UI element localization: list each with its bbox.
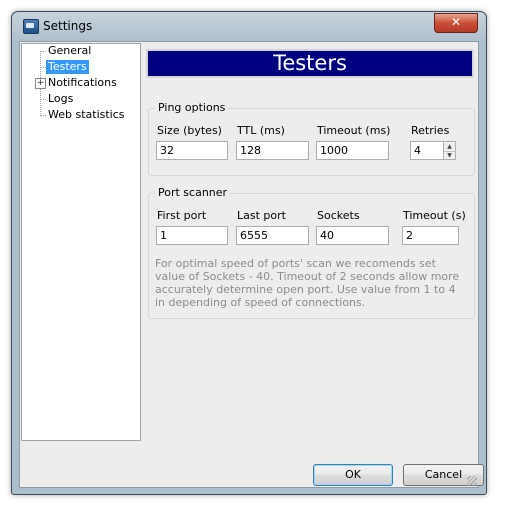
expand-plus-icon[interactable]: + <box>35 78 46 89</box>
ttl-label: TTL (ms) <box>237 124 285 137</box>
title-bar[interactable]: Settings ✕ <box>12 12 486 40</box>
first-port-input[interactable]: 1 <box>156 226 228 245</box>
size-input[interactable]: 32 <box>156 141 228 160</box>
retries-spinner[interactable]: ▲ ▼ <box>444 141 456 160</box>
sockets-input[interactable]: 40 <box>316 226 389 245</box>
page-title: Testers <box>146 49 474 78</box>
ping-timeout-input[interactable]: 1000 <box>316 141 389 160</box>
size-label: Size (bytes) <box>157 124 222 137</box>
settings-app-icon <box>23 19 39 34</box>
tree-item-web-statistics[interactable]: Web statistics <box>46 108 127 122</box>
close-icon: ✕ <box>450 15 462 29</box>
tree-item-testers[interactable]: Testers <box>46 60 89 74</box>
ping-options-label: Ping options <box>155 101 229 114</box>
ok-button[interactable]: OK <box>313 464 393 486</box>
close-button[interactable]: ✕ <box>434 13 478 33</box>
port-timeout-input[interactable]: 2 <box>402 226 459 245</box>
ping-timeout-label: Timeout (ms) <box>317 124 391 137</box>
tree-item-logs[interactable]: Logs <box>46 92 75 106</box>
settings-window: Settings ✕ General Testers + Notificatio… <box>11 11 487 495</box>
first-port-label: First port <box>157 209 207 222</box>
resize-grip-icon[interactable] <box>467 476 477 486</box>
window-title: Settings <box>43 19 93 33</box>
tree-item-notifications[interactable]: Notifications <box>46 76 119 90</box>
last-port-input[interactable]: 6555 <box>236 226 309 245</box>
settings-tree: General Testers + Notifications Logs Web… <box>21 43 141 441</box>
sockets-label: Sockets <box>317 209 360 222</box>
port-scanner-help-text: For optimal speed of ports' scan we reco… <box>155 257 460 309</box>
retries-label: Retries <box>411 124 450 137</box>
port-scanner-label: Port scanner <box>155 186 231 199</box>
port-timeout-label: Timeout (s) <box>403 209 466 222</box>
last-port-label: Last port <box>237 209 286 222</box>
dialog-client-area: General Testers + Notifications Logs Web… <box>19 41 484 488</box>
ttl-input[interactable]: 128 <box>236 141 309 160</box>
tree-item-general[interactable]: General <box>46 44 93 58</box>
arrow-down-icon[interactable]: ▼ <box>444 151 455 160</box>
retries-input[interactable]: 4 <box>410 141 444 160</box>
